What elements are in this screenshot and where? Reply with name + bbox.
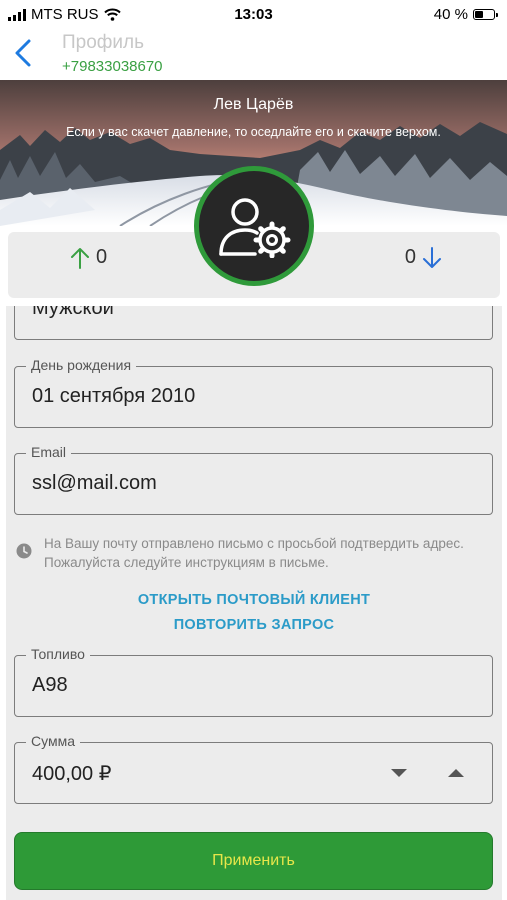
- battery-percent: 40 %: [433, 6, 468, 23]
- downvote-count: 0: [404, 246, 416, 268]
- battery-group: 40 %: [433, 6, 498, 23]
- birthday-field[interactable]: День рождения 01 сентября 2010: [14, 357, 493, 428]
- user-name: Лев Царёв: [213, 96, 294, 113]
- avatar[interactable]: [194, 166, 314, 286]
- email-field[interactable]: Email ssl@mail.com: [14, 444, 493, 515]
- amount-value: 400,00 ₽: [32, 763, 112, 785]
- back-button[interactable]: [12, 38, 36, 68]
- upvote-counter[interactable]: 0: [70, 246, 107, 269]
- repeat-request-link[interactable]: ПОВТОРИТЬ ЗАПРОС: [6, 617, 502, 633]
- decrease-amount-button[interactable]: [391, 769, 407, 777]
- page-title: Профиль: [62, 32, 145, 53]
- clock: 13:03: [234, 6, 273, 23]
- upvote-count: 0: [96, 246, 108, 268]
- arrow-down-icon: [423, 246, 441, 268]
- status-bar: MTS RUS 13:03 40 %: [0, 0, 507, 30]
- email-confirmation-note: На Вашу почту отправлено письмо с просьб…: [16, 534, 486, 572]
- apply-button-label: Применить: [212, 852, 295, 869]
- navigation-bar: Профиль +79833038670: [0, 30, 507, 80]
- user-status-quote: Если у вас скачет давление, то оседлайте…: [66, 125, 441, 139]
- increase-amount-button[interactable]: [448, 769, 464, 777]
- fuel-value: A98: [32, 674, 68, 696]
- birthday-value: 01 сентября 2010: [32, 385, 196, 407]
- phone-number: +79833038670: [62, 58, 163, 75]
- chevron-left-icon: [15, 39, 31, 67]
- email-note-text: На Вашу почту отправлено письмо с просьб…: [44, 536, 464, 570]
- gender-value: Мужской: [32, 306, 114, 319]
- gender-field[interactable]: Мужской: [14, 306, 493, 340]
- apply-button[interactable]: Применить: [14, 832, 493, 890]
- email-label: Email: [26, 444, 72, 460]
- email-value: ssl@mail.com: [32, 472, 157, 494]
- amount-field[interactable]: Сумма 400,00 ₽: [14, 733, 493, 804]
- profile-form: Мужской День рождения 01 сентября 2010 E…: [6, 306, 502, 900]
- arrow-up-icon: [71, 247, 89, 269]
- birthday-label: День рождения: [26, 357, 137, 373]
- user-settings-icon: [219, 198, 291, 258]
- fuel-field[interactable]: Топливо A98: [14, 646, 493, 717]
- amount-label: Сумма: [26, 733, 80, 749]
- battery-icon: [473, 9, 498, 20]
- open-mail-client-link[interactable]: ОТКРЫТЬ ПОЧТОВЫЙ КЛИЕНТ: [6, 592, 502, 608]
- clock-icon: [16, 543, 32, 559]
- fuel-label: Топливо: [26, 646, 90, 662]
- downvote-counter[interactable]: 0: [405, 246, 442, 269]
